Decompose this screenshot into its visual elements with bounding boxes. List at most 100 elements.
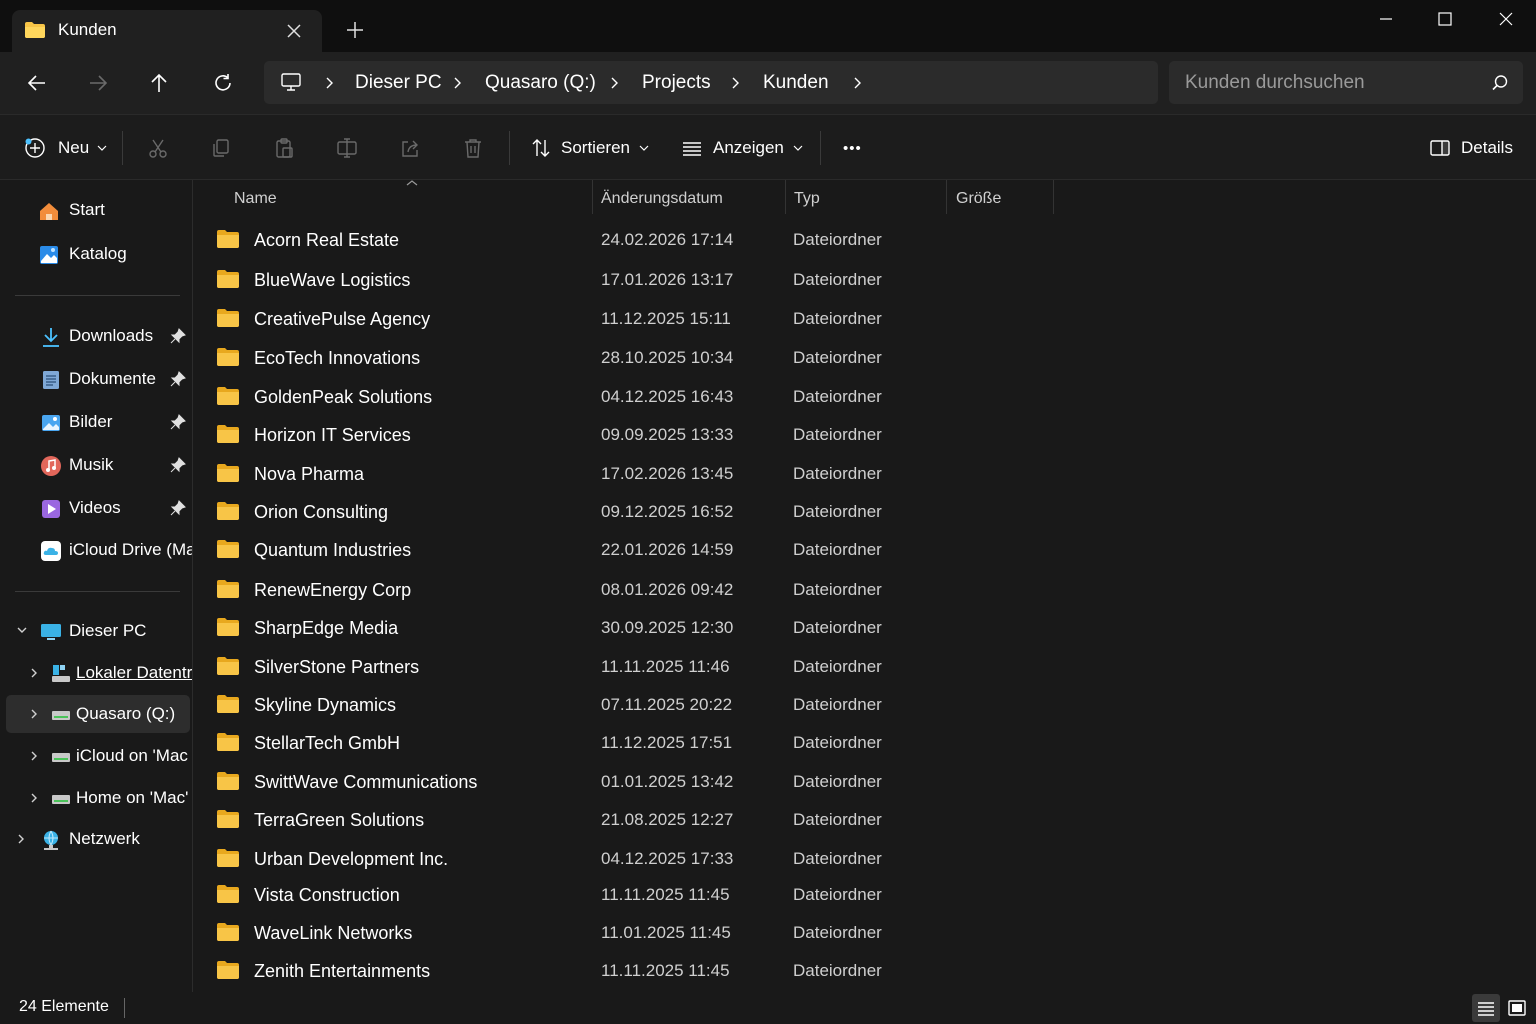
chevron-down-icon (639, 144, 649, 152)
maximize-icon[interactable] (1421, 6, 1469, 32)
sidebar-item-netzwerk[interactable]: Netzwerk (6, 820, 190, 858)
sidebar-item-downloads[interactable]: Downloads (6, 317, 190, 355)
sidebar-item-bilder[interactable]: Bilder (6, 403, 190, 441)
file-row[interactable]: StellarTech GmbH 11.12.2025 17:51 Dateiord… (200, 724, 1530, 762)
chevron-right-icon[interactable] (729, 76, 741, 90)
pin-icon[interactable] (170, 414, 186, 430)
column-header-type[interactable]: Typ (794, 180, 944, 216)
minimize-icon[interactable] (1362, 6, 1410, 32)
details-view-icon[interactable] (1472, 994, 1500, 1022)
file-row[interactable]: RenewEnergy Corp 08.01.2026 09:42 Dateiord… (200, 571, 1530, 609)
file-row[interactable]: SharpEdge Media 30.09.2025 12:30 Dateiordn… (200, 609, 1530, 647)
breadcrumb-quasaro[interactable]: Quasaro (Q:) (485, 72, 596, 94)
file-row[interactable]: CreativePulse Agency 11.12.2025 15:11 Date… (200, 300, 1530, 338)
file-row[interactable]: Nova Pharma 17.02.2026 13:45 Dateiordner (200, 455, 1530, 493)
file-row[interactable]: SilverStone Partners 11.11.2025 11:46 Date… (200, 648, 1530, 686)
folder-icon (24, 21, 46, 39)
monitor-icon[interactable] (280, 72, 302, 92)
close-icon[interactable] (284, 21, 304, 41)
pin-icon[interactable] (170, 500, 186, 516)
file-row[interactable]: Zenith Entertainments 11.11.2025 11:45 Dat… (200, 952, 1530, 990)
breadcrumb-projects[interactable]: Projects (642, 72, 711, 94)
file-row[interactable]: Horizon IT Services 09.09.2025 13:33 Datei… (200, 416, 1530, 454)
search-box[interactable] (1169, 61, 1523, 104)
sidebar-item-label: iCloud on 'Mac (76, 746, 188, 765)
chevron-right-icon[interactable] (323, 76, 335, 90)
search-input[interactable] (1169, 61, 1469, 104)
more-options-button[interactable]: ••• (843, 133, 862, 163)
sidebar-item-lokaler-datentraeger[interactable]: Lokaler Datenträ (6, 654, 192, 692)
chevron-down-icon[interactable] (16, 625, 28, 635)
column-divider[interactable] (946, 180, 947, 214)
file-name: TerraGreen Solutions (254, 810, 425, 830)
chevron-right-icon[interactable] (29, 792, 39, 804)
arrow-left-icon[interactable] (19, 66, 55, 100)
sidebar-item-quasaro[interactable]: Quasaro (Q:) (6, 695, 190, 733)
file-name: RenewEnergy Corp (254, 580, 412, 600)
column-header-name[interactable]: Name (234, 180, 590, 216)
chevron-right-icon[interactable] (851, 76, 863, 90)
details-pane-button[interactable]: Details (1429, 133, 1513, 163)
file-row[interactable]: WaveLink Networks 11.01.2025 11:45 Dateior… (200, 914, 1530, 952)
share-icon[interactable] (397, 135, 423, 161)
chevron-right-icon[interactable] (29, 750, 39, 762)
paste-icon[interactable] (271, 135, 297, 161)
breadcrumb-dieser-pc[interactable]: Dieser PC (355, 72, 442, 94)
folder-icon (216, 539, 240, 559)
file-row[interactable]: GoldenPeak Solutions 04.12.2025 16:43 Date… (200, 378, 1530, 416)
delete-icon[interactable] (460, 135, 486, 161)
new-button[interactable]: Neu (24, 133, 107, 163)
pin-icon[interactable] (170, 457, 186, 473)
chevron-right-icon[interactable] (16, 833, 26, 845)
copy-icon[interactable] (208, 135, 234, 161)
sidebar-item-home-on-mac[interactable]: Home on 'Mac' (6, 779, 190, 817)
chevron-right-icon[interactable] (451, 76, 463, 90)
sidebar-item-katalog[interactable]: Katalog (6, 235, 190, 273)
file-row[interactable]: TerraGreen Solutions 21.08.2025 12:27 Date… (200, 801, 1530, 839)
sidebar-item-videos[interactable]: Videos (6, 489, 190, 527)
breadcrumb-kunden[interactable]: Kunden (763, 72, 829, 94)
network-drive-icon (50, 746, 72, 768)
sort-button[interactable]: Sortieren (530, 133, 649, 163)
search-icon[interactable] (1491, 74, 1509, 92)
arrow-up-icon[interactable] (141, 66, 177, 100)
chevron-right-icon[interactable] (29, 708, 39, 720)
plus-icon[interactable] (344, 19, 366, 41)
refresh-icon[interactable] (205, 66, 241, 100)
column-divider[interactable] (592, 180, 593, 214)
file-row[interactable]: Quantum Industries 22.01.2026 14:59 Dateio… (200, 531, 1530, 569)
sidebar-item-start[interactable]: Start (6, 191, 190, 229)
address-bar[interactable]: Dieser PC Quasaro (Q:) Projects Kunden (264, 61, 1158, 104)
column-divider[interactable] (785, 180, 786, 214)
pin-icon[interactable] (170, 328, 186, 344)
file-row[interactable]: Acorn Real Estate 24.02.2026 17:14 Dateior… (200, 221, 1530, 259)
file-row[interactable]: BlueWave Logistics 17.01.2026 13:17 Dateio… (200, 261, 1530, 299)
sidebar-item-dokumente[interactable]: Dokumente (6, 360, 190, 398)
file-name: Orion Consulting (254, 502, 389, 522)
folder-icon (216, 501, 240, 521)
column-header-date[interactable]: Änderungsdatum (601, 180, 781, 216)
command-bar: Neu Sortieren Anzeigen ••• Details (0, 114, 1536, 180)
chevron-right-icon[interactable] (29, 667, 39, 679)
file-row[interactable]: Vista Construction 11.11.2025 11:45 Dateio… (200, 876, 1530, 914)
chevron-right-icon[interactable] (608, 76, 620, 90)
view-button[interactable]: Anzeigen (681, 133, 803, 163)
file-row[interactable]: Skyline Dynamics 07.11.2025 20:22 Dateiord… (200, 686, 1530, 724)
close-icon[interactable] (1482, 6, 1530, 32)
file-row[interactable]: Urban Development Inc. 04.12.2025 17:33 Da… (200, 840, 1530, 878)
column-header-size[interactable]: Größe (956, 180, 1051, 216)
file-row[interactable]: EcoTech Innovations 28.10.2025 10:34 Datei… (200, 339, 1530, 377)
cut-icon[interactable] (145, 135, 171, 161)
sidebar-item-musik[interactable]: Musik (6, 446, 190, 484)
arrow-right-icon[interactable] (80, 66, 116, 100)
sidebar-item-icloud-on-mac[interactable]: iCloud on 'Mac (6, 737, 190, 775)
sidebar-item-icloud-drive[interactable]: iCloud Drive (Ma (6, 531, 192, 569)
column-divider[interactable] (1053, 180, 1054, 214)
tab-kunden[interactable]: Kunden (12, 10, 322, 52)
rename-icon[interactable] (334, 135, 360, 161)
sidebar-item-dieser-pc[interactable]: Dieser PC (6, 612, 190, 650)
file-row[interactable]: Orion Consulting 09.12.2025 16:52 Dateiord… (200, 493, 1530, 531)
large-icons-view-icon[interactable] (1503, 994, 1531, 1022)
pin-icon[interactable] (170, 371, 186, 387)
file-row[interactable]: SwittWave Communications 01.01.2025 13:42… (200, 763, 1530, 801)
